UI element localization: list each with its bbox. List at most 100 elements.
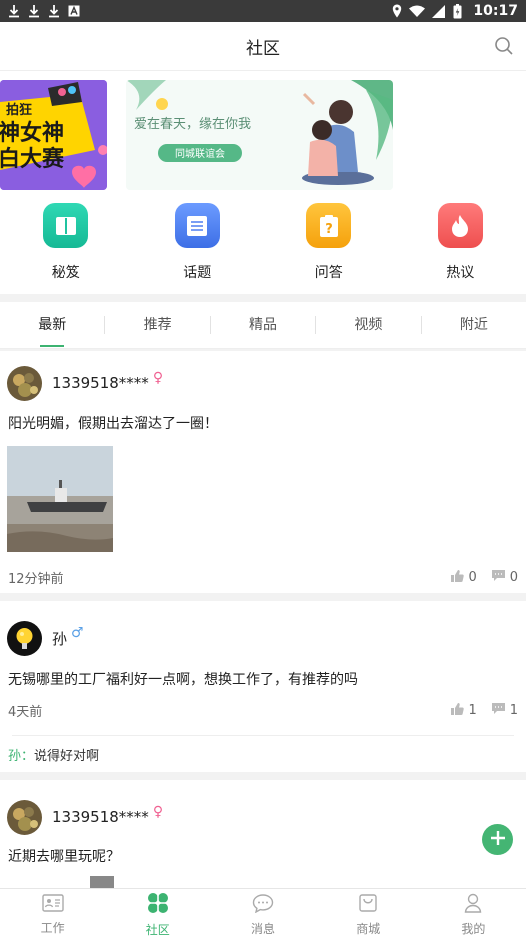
post-card[interactable]: 孙 ♂ 无锡哪里的工厂福利好一点啊，想换工作了，有推荐的吗 4天前 1 1 孙：… <box>0 601 526 772</box>
quick-menu: 秘笈 话题 ? 问答 热议 <box>0 193 526 294</box>
comment-count: 1 <box>509 702 518 718</box>
banner-b-slogan: 爱在春天，缘在你我 <box>134 117 251 132</box>
post-footer: 4天前 1 1 <box>0 695 526 725</box>
quick-item-hot[interactable]: 热议 <box>395 193 526 294</box>
nav-item-messages[interactable]: 消息 <box>210 889 315 941</box>
message-icon <box>252 893 274 917</box>
avatar[interactable] <box>7 365 42 401</box>
comment-button[interactable]: 1 <box>491 702 518 719</box>
post-image[interactable] <box>0 433 526 556</box>
banner-a-line3: 白大赛 <box>0 146 65 172</box>
avatar[interactable] <box>7 620 42 656</box>
banner-a-line1: 拍狂 <box>6 102 32 118</box>
signal-icon <box>431 4 445 18</box>
user-icon <box>463 893 483 917</box>
list-icon <box>174 203 220 248</box>
banner-carousel[interactable]: 拍狂 神女神 白大赛 爱在春天，缘在你我 同城联谊会 <box>0 71 526 193</box>
post-header: 1339518**** ♀ <box>0 351 526 409</box>
tab-recommended[interactable]: 推荐 <box>105 302 209 349</box>
post-header: 孙 ♂ <box>0 601 526 663</box>
plus-icon <box>490 830 506 850</box>
comment-text: 说得好对啊 <box>34 749 100 764</box>
title-bar: 社区 <box>0 22 526 71</box>
thumbs-up-icon <box>450 569 465 586</box>
nav-label: 消息 <box>251 922 276 936</box>
page-title: 社区 <box>246 38 280 59</box>
post-username[interactable]: 1339518**** <box>52 808 149 826</box>
like-count: 0 <box>468 569 477 585</box>
app-notification-icon <box>68 4 80 18</box>
post-text: 阳光明媚，假期出去溜达了一圈！ <box>8 416 218 432</box>
flame-icon <box>437 203 483 248</box>
comment-button[interactable]: 0 <box>491 569 518 586</box>
post-image[interactable] <box>90 876 114 888</box>
nav-label: 工作 <box>40 921 65 935</box>
shop-icon <box>358 893 378 917</box>
post-footer: 12分钟前 0 0 <box>0 566 526 588</box>
quick-item-label: 热议 <box>446 265 475 281</box>
battery-icon <box>451 3 463 18</box>
quick-item-qa[interactable]: ? 问答 <box>263 193 395 294</box>
quick-item-label: 问答 <box>314 265 343 281</box>
status-time: 10:17 <box>473 3 518 19</box>
male-icon: ♂ <box>71 625 84 641</box>
comment-icon <box>491 569 506 586</box>
banner-city-meetup[interactable]: 爱在春天，缘在你我 同城联谊会 <box>126 80 393 190</box>
like-button[interactable]: 1 <box>450 702 477 719</box>
post-card[interactable]: 1339518**** ♀ 近期去哪里玩呢？ <box>0 780 526 888</box>
quick-item-label: 话题 <box>183 265 212 281</box>
search-icon[interactable] <box>494 36 514 56</box>
post-time: 12分钟前 <box>8 571 64 587</box>
bottom-nav: 工作 社区 消息 商城 我的 <box>0 888 526 941</box>
comment-icon <box>491 702 506 719</box>
banner-goddess-contest[interactable]: 拍狂 神女神 白大赛 <box>0 80 107 190</box>
wifi-icon <box>409 4 426 18</box>
book-icon <box>43 203 89 248</box>
tab-video[interactable]: 视频 <box>316 302 420 349</box>
nav-item-community[interactable]: 社区 <box>105 889 210 941</box>
work-icon <box>41 894 64 916</box>
post-card[interactable]: 1339518**** ♀ 阳光明媚，假期出去溜达了一圈！ 12分钟前 0 0 <box>0 351 526 593</box>
divider <box>12 735 514 736</box>
status-bar: 10:17 <box>0 0 526 22</box>
post-text: 无锡哪里的工厂福利好一点啊，想换工作了，有推荐的吗 <box>8 672 358 688</box>
post-username[interactable]: 1339518**** <box>52 374 149 392</box>
female-icon: ♀ <box>152 370 164 386</box>
quick-item-secrets[interactable]: 秘笈 <box>0 193 132 294</box>
nav-item-work[interactable]: 工作 <box>0 889 105 941</box>
tab-featured[interactable]: 精品 <box>211 302 315 349</box>
banner-a-line2: 神女神 <box>0 120 64 146</box>
download-icon <box>48 4 60 18</box>
download-icon <box>8 4 20 18</box>
location-icon <box>391 4 403 18</box>
comment-count: 0 <box>509 569 518 585</box>
comment-author[interactable]: 孙： <box>8 749 34 764</box>
clover-icon <box>147 892 169 918</box>
svg-text:?: ? <box>325 222 333 237</box>
nav-label: 社区 <box>145 923 170 937</box>
question-icon: ? <box>306 203 352 248</box>
add-post-button[interactable] <box>482 824 513 855</box>
tab-latest[interactable]: 最新 <box>0 302 104 349</box>
avatar[interactable] <box>7 799 42 835</box>
like-count: 1 <box>468 702 477 718</box>
status-bar-system: 10:17 <box>391 3 518 19</box>
nav-item-shop[interactable]: 商城 <box>316 889 421 941</box>
app-root: 10:17 社区 拍狂 神女神 白大赛 爱在春天，缘在你我 同城联谊会 秘笈 话… <box>0 0 526 941</box>
nav-item-profile[interactable]: 我的 <box>421 889 526 941</box>
like-button[interactable]: 0 <box>450 569 477 586</box>
feed-tabs: 最新 推荐 精品 视频 附近 <box>0 302 526 349</box>
post-username[interactable]: 孙 <box>52 628 67 649</box>
post-time: 4天前 <box>8 704 43 720</box>
nav-label: 我的 <box>461 922 486 936</box>
comment-preview[interactable]: 孙：说得好对啊 <box>0 745 526 764</box>
thumbs-up-icon <box>450 702 465 719</box>
banner-b-button: 同城联谊会 <box>175 147 225 160</box>
download-icon <box>28 4 40 18</box>
female-icon: ♀ <box>152 804 164 820</box>
status-bar-notifications <box>8 4 80 18</box>
quick-item-label: 秘笈 <box>51 265 80 281</box>
quick-item-topics[interactable]: 话题 <box>132 193 264 294</box>
post-text: 近期去哪里玩呢？ <box>8 849 120 865</box>
tab-nearby[interactable]: 附近 <box>422 302 526 349</box>
